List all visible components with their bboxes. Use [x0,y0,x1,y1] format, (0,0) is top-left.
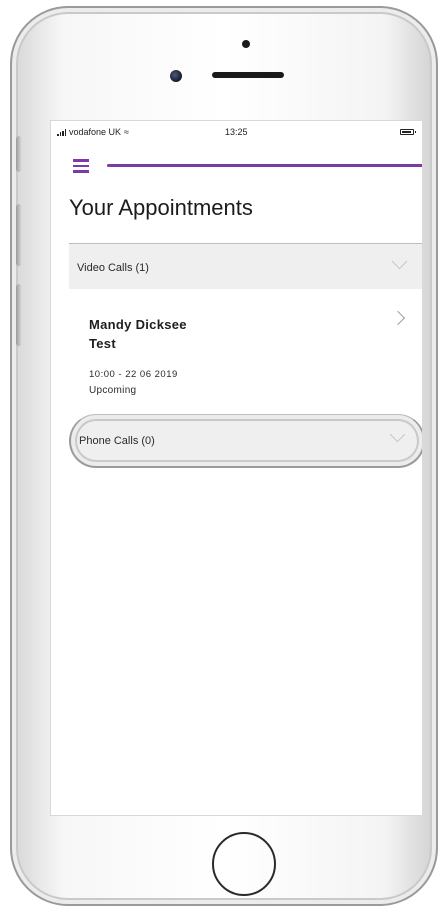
status-bar: vodafone UK ≈ 13:25 [51,121,422,143]
mute-switch [16,136,22,172]
chevron-down-icon [391,253,408,270]
appointment-name: Mandy Dicksee Test [89,315,187,353]
video-calls-label: Video Calls (1) [77,262,149,274]
signal-bars-icon [57,128,66,136]
carrier-name: vodafone UK [69,127,122,137]
appointment-list-item[interactable]: Mandy Dicksee Test 10:00 - 22 06 2019 Up… [69,289,422,414]
phone-calls-label: Phone Calls (0) [79,435,155,447]
appointment-name-line1: Mandy Dicksee [89,317,187,332]
app-screen: vodafone UK ≈ 13:25 Your Appointments Vi… [50,120,423,816]
phone-frame: vodafone UK ≈ 13:25 Your Appointments Vi… [10,6,438,906]
earpiece-speaker [212,72,284,78]
top-navigation [51,143,422,173]
appointment-name-line2: Test [89,336,116,351]
page-title: Your Appointments [69,195,253,220]
device-mockup: vodafone UK ≈ 13:25 Your Appointments Vi… [0,0,448,914]
phone-calls-section-header[interactable]: Phone Calls (0) [69,414,422,468]
home-button[interactable] [212,832,276,896]
status-left: vodafone UK ≈ [57,127,129,137]
hamburger-menu-icon[interactable] [73,159,89,173]
front-camera-icon [170,70,182,82]
status-time: 13:25 [225,127,248,137]
proximity-sensor [242,40,250,48]
appointment-datetime: 10:00 - 22 06 2019 [89,369,178,380]
video-calls-section-header[interactable]: Video Calls (1) [69,243,422,289]
battery-icon [400,129,416,135]
header-accent-line [107,164,422,167]
volume-up-button [16,204,22,266]
appointment-status: Upcoming [89,385,137,396]
chevron-right-icon [390,310,406,326]
wifi-icon: ≈ [124,126,129,137]
volume-down-button [16,284,22,346]
chevron-down-icon [389,426,406,443]
